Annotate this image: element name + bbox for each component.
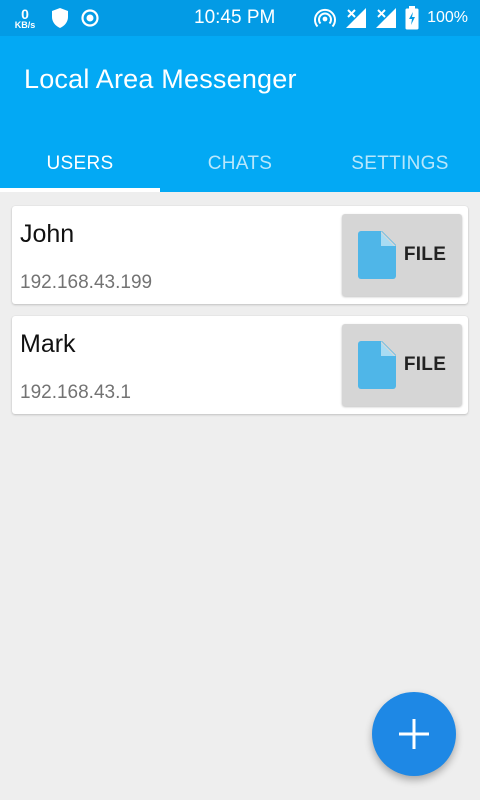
battery-charging-icon — [405, 6, 419, 30]
file-icon — [357, 231, 396, 279]
record-icon — [80, 8, 100, 28]
file-button-label: FILE — [403, 244, 447, 265]
send-file-button[interactable]: FILE — [342, 214, 462, 296]
shield-icon — [50, 7, 70, 29]
app-title: Local Area Messenger — [24, 64, 297, 94]
hotspot-icon — [313, 7, 337, 29]
user-ip: 192.168.43.1 — [20, 382, 131, 403]
tab-settings[interactable]: SETTINGS — [320, 136, 480, 192]
plus-icon — [397, 717, 431, 751]
app-bar: Local Area Messenger USERS CHATS SETTING… — [0, 36, 480, 192]
user-card[interactable]: John 192.168.43.199 FILE — [12, 206, 468, 304]
signal-icon — [345, 7, 367, 29]
user-name: Mark — [20, 330, 76, 358]
status-time: 10:45 PM — [194, 7, 276, 28]
file-icon — [357, 341, 396, 389]
status-bar: 0 KB/s 10:45 PM 100% — [0, 0, 480, 36]
user-name: John — [20, 220, 75, 248]
add-button[interactable] — [372, 692, 456, 776]
network-speed-unit: KB/s — [14, 19, 36, 30]
battery-percent: 100% — [427, 9, 468, 26]
signal-icon — [375, 7, 397, 29]
network-speed-indicator: 0 KB/s — [10, 7, 40, 30]
file-button-label: FILE — [403, 354, 447, 375]
network-speed-value: 0 — [21, 5, 29, 22]
user-card[interactable]: Mark 192.168.43.1 FILE — [12, 316, 468, 414]
tab-bar: USERS CHATS SETTINGS — [0, 136, 480, 192]
tab-chats[interactable]: CHATS — [160, 136, 320, 192]
tab-users[interactable]: USERS — [0, 136, 160, 192]
send-file-button[interactable]: FILE — [342, 324, 462, 406]
user-ip: 192.168.43.199 — [20, 272, 153, 293]
